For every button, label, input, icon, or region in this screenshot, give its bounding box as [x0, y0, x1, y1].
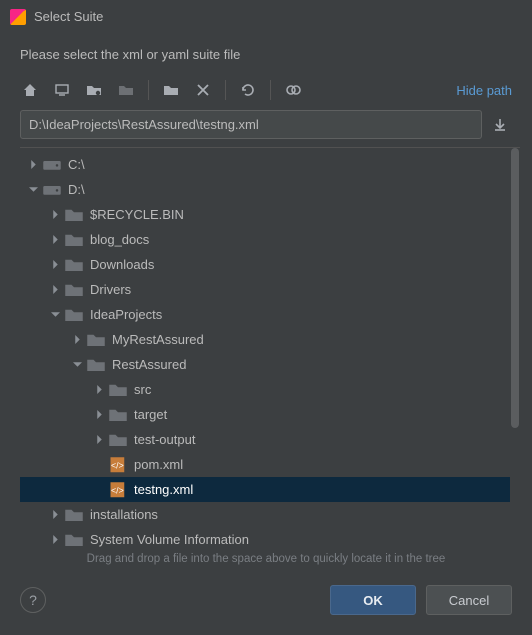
drive-icon	[42, 157, 62, 173]
file-pom-xml[interactable]: </> pom.xml	[20, 452, 510, 477]
folder-installations[interactable]: installations	[20, 502, 510, 527]
window-title: Select Suite	[34, 9, 514, 24]
drop-hint: Drag and drop a file into the space abov…	[0, 547, 532, 575]
module-icon[interactable]	[116, 80, 136, 100]
ok-button[interactable]: OK	[330, 585, 416, 615]
project-icon[interactable]	[84, 80, 104, 100]
folder-drivers[interactable]: Drivers	[20, 277, 510, 302]
scroll-thumb[interactable]	[511, 148, 519, 428]
chevron-right-icon[interactable]	[48, 533, 62, 547]
chevron-right-icon[interactable]	[48, 283, 62, 297]
folder-blog-docs[interactable]: blog_docs	[20, 227, 510, 252]
folder-icon	[108, 407, 128, 423]
folder-icon	[86, 332, 106, 348]
titlebar: Select Suite	[0, 0, 532, 33]
path-row	[0, 110, 532, 147]
show-hidden-icon[interactable]	[283, 80, 303, 100]
tree-item-label: IdeaProjects	[90, 307, 162, 322]
file-testng-xml[interactable]: </> testng.xml	[20, 477, 510, 502]
chevron-right-icon[interactable]	[48, 208, 62, 222]
svg-text:</>: </>	[111, 485, 124, 495]
toolbar-divider	[270, 80, 271, 100]
chevron-right-icon[interactable]	[92, 433, 106, 447]
svg-text:</>: </>	[111, 460, 124, 470]
help-button[interactable]: ?	[20, 587, 46, 613]
instruction-text: Please select the xml or yaml suite file	[0, 33, 532, 80]
folder-icon	[64, 232, 84, 248]
toolbar: Hide path	[0, 80, 532, 110]
folder-test-output[interactable]: test-output	[20, 427, 510, 452]
folder-ideaprojects[interactable]: IdeaProjects	[20, 302, 510, 327]
chevron-right-icon[interactable]	[26, 158, 40, 172]
tree-item-label: Drivers	[90, 282, 131, 297]
tree-item-label: MyRestAssured	[112, 332, 204, 347]
tree-item-label: Downloads	[90, 257, 154, 272]
tree-item-label: System Volume Information	[90, 532, 249, 547]
folder-icon	[64, 507, 84, 523]
folder-icon	[108, 382, 128, 398]
tree-item-label: C:\	[68, 157, 85, 172]
chevron-down-icon[interactable]	[70, 358, 84, 372]
drive-c[interactable]: C:\	[20, 152, 510, 177]
desktop-icon[interactable]	[52, 80, 72, 100]
folder-icon	[64, 532, 84, 548]
xml-icon: </>	[108, 482, 128, 498]
tree-item-label: testng.xml	[134, 482, 193, 497]
chevron-down-icon[interactable]	[48, 308, 62, 322]
chevron-right-icon[interactable]	[70, 333, 84, 347]
folder-icon	[64, 282, 84, 298]
tree-container: C:\ D:\ $RECYCLE.BIN blog_docs Downloads Driv…	[20, 147, 520, 547]
chevron-right-icon[interactable]	[48, 258, 62, 272]
tree-item-label: test-output	[134, 432, 195, 447]
toolbar-divider	[148, 80, 149, 100]
chevron-right-icon[interactable]	[92, 383, 106, 397]
new-folder-icon[interactable]	[161, 80, 181, 100]
folder-icon	[64, 207, 84, 223]
hide-path-link[interactable]: Hide path	[456, 83, 512, 98]
chevron-right-icon[interactable]	[48, 233, 62, 247]
tree-item-label: src	[134, 382, 151, 397]
tree-item-label: installations	[90, 507, 158, 522]
folder-icon	[86, 357, 106, 373]
tree-item-label: D:\	[68, 182, 85, 197]
folder-myrestassured[interactable]: MyRestAssured	[20, 327, 510, 352]
arrow-placeholder	[92, 483, 106, 497]
chevron-right-icon[interactable]	[92, 408, 106, 422]
path-input[interactable]	[20, 110, 482, 139]
file-tree[interactable]: C:\ D:\ $RECYCLE.BIN blog_docs Downloads Driv…	[20, 148, 510, 547]
xml-icon: </>	[108, 457, 128, 473]
drive-icon	[42, 182, 62, 198]
scrollbar[interactable]	[510, 148, 520, 547]
app-icon	[10, 9, 26, 25]
tree-item-label: blog_docs	[90, 232, 149, 247]
folder-restassured[interactable]: RestAssured	[20, 352, 510, 377]
folder-icon	[64, 307, 84, 323]
drive-d[interactable]: D:\	[20, 177, 510, 202]
folder-src[interactable]: src	[20, 377, 510, 402]
folder-target[interactable]: target	[20, 402, 510, 427]
tree-item-label: RestAssured	[112, 357, 186, 372]
chevron-down-icon[interactable]	[26, 183, 40, 197]
tree-item-label: pom.xml	[134, 457, 183, 472]
home-icon[interactable]	[20, 80, 40, 100]
tree-item-label: target	[134, 407, 167, 422]
footer: ? OK Cancel	[0, 575, 532, 635]
folder-downloads[interactable]: Downloads	[20, 252, 510, 277]
folder-icon	[108, 432, 128, 448]
refresh-icon[interactable]	[238, 80, 258, 100]
tree-item-label: $RECYCLE.BIN	[90, 207, 184, 222]
toolbar-divider	[225, 80, 226, 100]
folder-recyclebin[interactable]: $RECYCLE.BIN	[20, 202, 510, 227]
close-icon[interactable]	[514, 6, 522, 27]
chevron-right-icon[interactable]	[48, 508, 62, 522]
arrow-placeholder	[92, 458, 106, 472]
folder-sysvolinfo[interactable]: System Volume Information	[20, 527, 510, 547]
cancel-button[interactable]: Cancel	[426, 585, 512, 615]
save-path-icon[interactable]	[488, 111, 512, 139]
folder-icon	[64, 257, 84, 273]
delete-icon[interactable]	[193, 80, 213, 100]
